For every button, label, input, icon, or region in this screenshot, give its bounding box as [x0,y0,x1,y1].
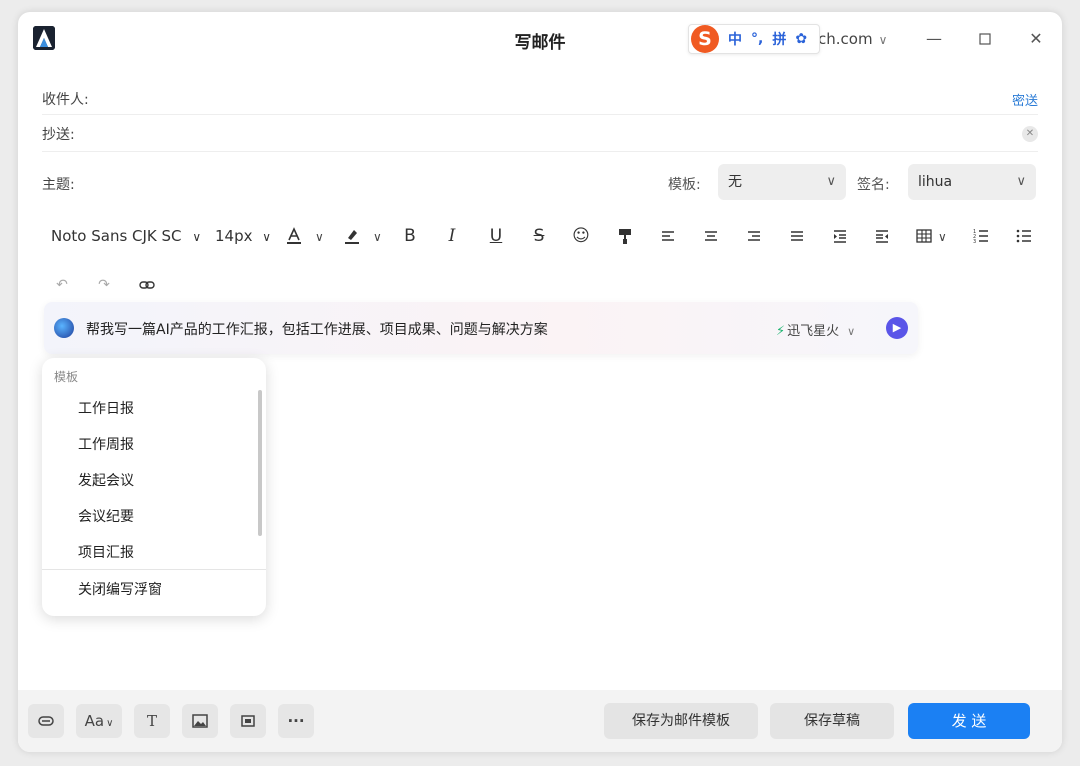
menu-item-start-meeting[interactable]: 发起会议 [78,470,134,490]
cc-label: 抄送: [42,127,75,143]
compose-window: 写邮件 ch.com ∨ S 中 °, 拼 ✿ — ✕ 收件人: 密送 抄送: ✕… [18,12,1062,752]
signature-select-value: lihua [918,174,953,190]
menu-item-meeting-minutes[interactable]: 会议纪要 [78,506,134,526]
align-left-icon[interactable] [657,225,679,247]
font-size-value: 14px [215,227,253,245]
highlight-icon[interactable] [341,225,363,247]
italic-icon[interactable]: I [441,225,463,247]
underline-icon[interactable]: U [485,225,507,247]
ai-prompt-input[interactable]: 帮我写一篇AI产品的工作汇报，包括工作进展、项目成果、问题与解决方案 [86,319,548,339]
align-center-icon[interactable] [700,225,722,247]
menu-divider [42,569,266,570]
ime-settings-icon[interactable]: ✿ [795,31,807,47]
ai-send-icon[interactable]: ▶ [886,317,908,339]
chevron-down-icon[interactable]: ∨ [373,230,382,244]
template-menu-header: 模板 [54,370,79,384]
account-selector[interactable]: ch.com ∨ [818,30,887,48]
text-button[interactable]: T [134,704,170,738]
outdent-icon[interactable] [871,225,893,247]
template-label: 模板: [668,177,701,193]
font-family-value: Noto Sans CJK SC [51,227,182,245]
signature-select[interactable]: lihua ∨ [908,164,1036,200]
close-icon[interactable]: ✕ [1022,26,1050,52]
attachment-button[interactable] [28,704,64,738]
image-button[interactable] [182,704,218,738]
svg-text:3: 3 [973,239,976,245]
font-size-select[interactable]: 14px ∨ [215,226,271,247]
chevron-down-icon: ∨ [826,174,836,189]
cc-field[interactable]: 抄送: ✕ [42,115,1038,152]
link-icon[interactable] [136,274,158,296]
ime-input-method[interactable]: 拼 [772,29,786,49]
to-label: 收件人: [42,92,89,108]
save-draft-button[interactable]: 保存草稿 [770,703,894,739]
bullet-list-icon[interactable] [1013,225,1035,247]
menu-item-daily-report[interactable]: 工作日报 [78,398,134,418]
subject-label: 主题: [42,177,75,193]
ai-writing-bar: 帮我写一篇AI产品的工作汇报，包括工作进展、项目成果、问题与解决方案 ⚡ 迅飞星火… [44,302,918,354]
chevron-down-icon: ∨ [106,718,114,729]
font-color-icon[interactable] [283,225,305,247]
indent-icon[interactable] [829,225,851,247]
template-select[interactable]: 无 ∨ [718,164,846,200]
screenshot-button[interactable] [230,704,266,738]
align-justify-icon[interactable] [786,225,808,247]
menu-item-close-panel[interactable]: 关闭编写浮窗 [78,579,162,599]
send-button[interactable]: 发 送 [908,703,1030,739]
chevron-down-icon: ∨ [878,33,888,47]
chevron-down-icon[interactable]: ∨ [315,230,324,244]
undo-icon[interactable]: ↶ [51,274,73,296]
bcc-link[interactable]: 密送 [1012,90,1038,109]
menu-scrollbar[interactable] [258,390,262,536]
chevron-down-icon: ∨ [262,230,272,244]
emoji-icon[interactable]: ☺ [570,225,592,247]
chevron-down-icon: ∨ [847,325,856,338]
redo-icon[interactable]: ↷ [93,274,115,296]
ime-punctuation[interactable]: °, [751,31,763,47]
template-menu: 模板 工作日报 工作周报 发起会议 会议纪要 项目汇报 关闭编写浮窗 [42,358,266,616]
chevron-down-icon: ∨ [192,230,202,244]
font-family-select[interactable]: Noto Sans CJK SC ∨ [51,226,201,247]
lightning-icon: ⚡ [776,324,786,339]
template-select-value: 无 [728,174,742,190]
signature-label: 签名: [857,177,890,193]
font-style-button[interactable]: Aa ∨ [76,704,122,738]
chevron-down-icon: ∨ [1016,174,1026,189]
ime-mode[interactable]: 中 [728,29,742,49]
table-icon[interactable] [913,225,935,247]
window-title: 写邮件 [514,33,566,53]
chevron-down-icon[interactable]: ∨ [938,230,947,244]
maximize-icon[interactable] [971,26,999,52]
bottom-bar: Aa ∨ T ··· 保存为邮件模板 保存草稿 发 送 [18,690,1062,752]
to-field[interactable]: 收件人: 密送 [42,78,1038,115]
align-right-icon[interactable] [743,225,765,247]
ime-logo-icon[interactable]: S [691,25,719,53]
menu-item-project-report[interactable]: 项目汇报 [78,542,134,562]
ordered-list-icon[interactable]: 123 [970,225,992,247]
ai-model-value: 迅飞星火 [787,324,840,339]
save-template-button[interactable]: 保存为邮件模板 [604,703,758,739]
bold-icon[interactable]: B [399,225,421,247]
font-style-label: Aa [84,712,105,730]
title-bar: 写邮件 ch.com ∨ S 中 °, 拼 ✿ — ✕ [18,12,1062,68]
account-address: ch.com [818,30,873,48]
clear-icon[interactable]: ✕ [1022,126,1038,142]
minimize-icon[interactable]: — [920,26,948,52]
format-painter-icon[interactable] [614,225,636,247]
ime-toolbar[interactable]: S 中 °, 拼 ✿ [688,24,820,54]
ai-model-select[interactable]: ⚡ 迅飞星火 ∨ [776,320,855,339]
more-button[interactable]: ··· [278,704,314,738]
strikethrough-icon[interactable]: S [528,225,550,247]
ai-assistant-icon [54,318,74,338]
menu-item-weekly-report[interactable]: 工作周报 [78,434,134,454]
